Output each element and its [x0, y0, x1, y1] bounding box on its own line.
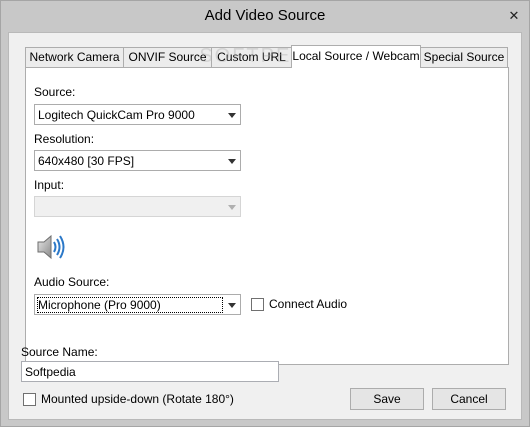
save-button[interactable]: Save — [350, 388, 424, 410]
window-title: Add Video Source — [204, 7, 326, 24]
input-select[interactable] — [34, 196, 241, 217]
add-video-source-dialog: Add Video Source ✕ Network Camera ONVIF … — [0, 0, 530, 427]
tab-special-source[interactable]: Special Source — [420, 47, 508, 67]
source-select-value: Logitech QuickCam Pro 9000 — [38, 108, 195, 122]
resolution-select-value: 640x480 [30 FPS] — [38, 154, 135, 168]
tab-onvif-source[interactable]: ONVIF Source — [123, 47, 212, 67]
mounted-upside-down-checkbox[interactable] — [23, 393, 36, 406]
tab-network-camera[interactable]: Network Camera — [25, 47, 124, 67]
mounted-upside-down-label[interactable]: Mounted upside-down (Rotate 180°) — [41, 392, 234, 406]
audio-source-select[interactable]: Microphone (Pro 9000) — [34, 294, 241, 315]
chevron-down-icon — [228, 159, 236, 164]
audio-source-label: Audio Source: — [34, 275, 110, 289]
resolution-select[interactable]: 640x480 [30 FPS] — [34, 150, 241, 171]
local-source-panel: Source: Logitech QuickCam Pro 9000 Resol… — [25, 67, 509, 365]
tab-local-source-webcam[interactable]: Local Source / Webcam — [291, 45, 421, 68]
chevron-down-icon — [228, 303, 236, 308]
chevron-down-icon — [228, 113, 236, 118]
connect-audio-label[interactable]: Connect Audio — [269, 297, 347, 311]
close-icon[interactable]: ✕ — [507, 9, 521, 23]
chevron-down-icon — [228, 205, 236, 210]
source-name-label: Source Name: — [21, 345, 98, 359]
source-select[interactable]: Logitech QuickCam Pro 9000 — [34, 104, 241, 125]
cancel-button[interactable]: Cancel — [432, 388, 506, 410]
tab-custom-url[interactable]: Custom URL — [211, 47, 292, 67]
dialog-client-area: Network Camera ONVIF Source Custom URL L… — [8, 32, 522, 420]
title-bar: Add Video Source ✕ — [1, 1, 529, 32]
resolution-label: Resolution: — [34, 132, 95, 146]
input-label: Input: — [34, 178, 65, 192]
speaker-icon — [37, 234, 65, 260]
source-label: Source: — [34, 85, 76, 99]
source-name-value: Softpedia — [25, 365, 76, 379]
connect-audio-checkbox[interactable] — [251, 298, 264, 311]
source-name-input[interactable]: Softpedia — [21, 361, 279, 382]
audio-source-select-value: Microphone (Pro 9000) — [37, 297, 223, 313]
